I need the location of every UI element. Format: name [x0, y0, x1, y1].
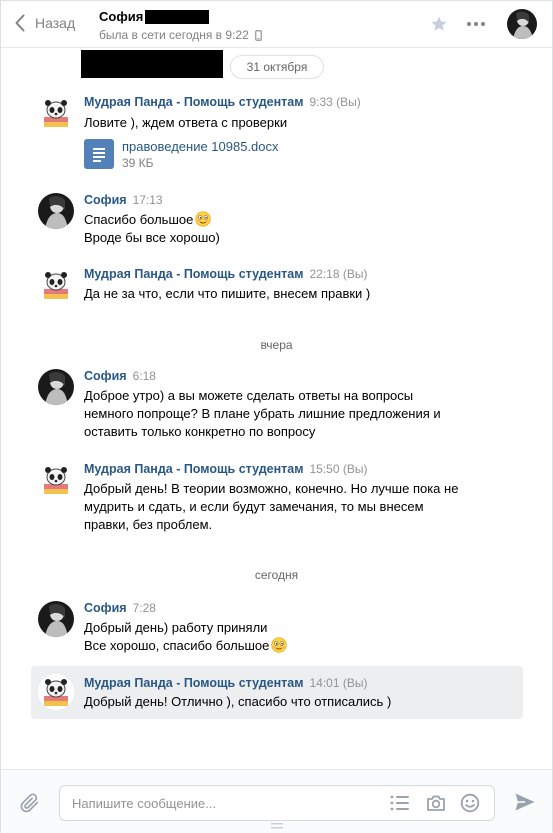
message[interactable]: София 7:28 Добрый день) работу приняли В…	[31, 601, 523, 657]
emoji-icon	[195, 211, 212, 227]
message-header: София 17:13	[84, 193, 163, 207]
star-icon[interactable]	[430, 15, 448, 33]
date-separator: вчера	[260, 338, 293, 352]
back-label: Назад	[35, 15, 76, 31]
message-line: Доброе утро) а вы можете сделать ответы …	[84, 388, 414, 403]
more-icon[interactable]	[466, 21, 486, 27]
message[interactable]: Мудрая Панда - Помощь студентам 9:33 (Вы…	[31, 95, 523, 175]
message-header: София 7:28	[84, 601, 156, 615]
panda-avatar-icon	[38, 674, 74, 710]
peer-status: была в сети сегодня в 9:22	[99, 28, 262, 42]
message-text: Добрый день! Отлично ), спасибо что отпи…	[84, 693, 391, 711]
message-line: немного попроще? В плане убрать лишние п…	[84, 406, 441, 421]
chat-window: Назад София была в сети сегодня в 9:22 3…	[0, 0, 553, 833]
document-size: 39 КБ	[122, 156, 154, 170]
resize-grip-icon[interactable]	[271, 823, 283, 829]
message-input[interactable]	[72, 786, 382, 820]
back-button[interactable]: Назад	[15, 14, 75, 32]
message-line: Все хорошо, спасибо большое	[84, 637, 288, 655]
message-text: Добрый день) работу приняли Все хорошо, …	[84, 619, 288, 655]
peer-name[interactable]: София	[99, 9, 210, 24]
template-list-icon[interactable]	[390, 794, 410, 812]
camera-icon[interactable]	[426, 794, 446, 812]
message-text: Да не за что, если что пишите, внесем пр…	[84, 285, 370, 303]
message-input-box[interactable]	[59, 785, 495, 821]
message-text: Доброе утро) а вы можете сделать ответы …	[84, 387, 441, 441]
message-author[interactable]: Мудрая Панда - Помощь студентам	[84, 95, 303, 109]
message-line: Да не за что, если что пишите, внесем пр…	[84, 286, 371, 301]
message-line: Добрый день! Отлично ), спасибо что отпи…	[84, 694, 392, 709]
redaction-box	[145, 9, 210, 24]
message-line: Ловите ), ждем ответа с проверки	[84, 115, 288, 130]
message-history[interactable]: 31 октября Мудрая Панда - Помощь студент…	[1, 49, 552, 769]
peer-status-text: была в сети сегодня в 9:22	[99, 28, 249, 42]
message[interactable]: София 17:13 Спасибо большое Вроде бы все…	[31, 193, 523, 249]
message-header: София 6:18	[84, 369, 156, 383]
document-attachment[interactable]: правоведение 10985.docx 39 КБ	[84, 139, 279, 171]
message-selected[interactable]: Мудрая Панда - Помощь студентам 14:01 (В…	[31, 666, 523, 719]
message-author[interactable]: Мудрая Панда - Помощь студентам	[84, 462, 303, 476]
panda-avatar[interactable]	[38, 462, 74, 498]
message-author[interactable]: София	[84, 193, 127, 207]
date-badge: 31 октября	[230, 55, 324, 79]
redaction-box	[81, 50, 223, 78]
send-icon[interactable]	[514, 792, 536, 812]
message-author[interactable]: Мудрая Панда - Помощь студентам	[84, 676, 303, 690]
message-line: Вроде бы все хорошо)	[84, 230, 220, 245]
smile-icon[interactable]	[460, 793, 480, 813]
message-header: Мудрая Панда - Помощь студентам 9:33 (Вы…	[84, 95, 361, 109]
avatar-photo-icon	[38, 369, 74, 405]
document-icon	[84, 139, 114, 169]
sofia-avatar[interactable]	[38, 193, 74, 229]
message-line: Спасибо большое	[84, 211, 220, 229]
chevron-left-icon	[15, 14, 25, 32]
message[interactable]: София 6:18 Доброе утро) а вы можете сдел…	[31, 369, 523, 443]
message-text: Спасибо большое Вроде бы все хорошо)	[84, 211, 220, 247]
message-header: Мудрая Панда - Помощь студентам 15:50 (В…	[84, 462, 367, 476]
panda-avatar[interactable]	[38, 267, 74, 303]
panda-avatar-icon	[38, 267, 74, 303]
message-author[interactable]: София	[84, 369, 127, 383]
message-time[interactable]: 22:18 (Вы)	[309, 267, 367, 281]
message[interactable]: Мудрая Панда - Помощь студентам 22:18 (В…	[31, 267, 523, 307]
date-separator: сегодня	[254, 568, 299, 582]
message-text: Добрый день! В теории возможно, конечно.…	[84, 480, 458, 534]
message-time[interactable]: 14:01 (Вы)	[309, 676, 367, 690]
message-author[interactable]: Мудрая Панда - Помощь студентам	[84, 267, 303, 281]
panda-avatar[interactable]	[38, 674, 74, 710]
message-line: мудрить и сдать, и если будут замечания,…	[84, 499, 424, 514]
panda-avatar[interactable]	[38, 95, 74, 131]
message-time[interactable]: 9:33 (Вы)	[309, 95, 360, 109]
message-time[interactable]: 17:13	[133, 193, 163, 207]
message-line: оставить только конкретно по вопросу	[84, 424, 316, 439]
message-author[interactable]: София	[84, 601, 127, 615]
avatar-photo-icon	[38, 601, 74, 637]
message-text: Ловите ), ждем ответа с проверки	[84, 114, 287, 132]
paperclip-icon[interactable]	[19, 792, 41, 814]
message-header: Мудрая Панда - Помощь студентам 22:18 (В…	[84, 267, 367, 281]
sofia-avatar[interactable]	[38, 601, 74, 637]
message-time[interactable]: 15:50 (Вы)	[309, 462, 367, 476]
emoji-icon	[271, 637, 288, 653]
message-line: Добрый день! В теории возможно, конечно.…	[84, 481, 459, 496]
peer-name-text: София	[99, 9, 144, 24]
message-time[interactable]: 6:18	[133, 369, 156, 383]
avatar-photo-icon	[38, 193, 74, 229]
peer-avatar[interactable]	[507, 9, 537, 39]
chat-header: Назад София была в сети сегодня в 9:22	[1, 1, 552, 48]
message-line: правки, без проблем.	[84, 517, 213, 532]
mobile-icon	[254, 29, 262, 41]
message-line: Добрый день) работу приняли	[84, 620, 268, 635]
document-name[interactable]: правоведение 10985.docx	[122, 139, 279, 155]
panda-avatar-icon	[38, 95, 74, 131]
panda-avatar-icon	[38, 462, 74, 498]
avatar-photo-icon	[507, 9, 537, 39]
message[interactable]: Мудрая Панда - Помощь студентам 15:50 (В…	[31, 462, 523, 536]
sofia-avatar[interactable]	[38, 369, 74, 405]
message-header: Мудрая Панда - Помощь студентам 14:01 (В…	[84, 676, 367, 690]
message-time[interactable]: 7:28	[133, 601, 156, 615]
